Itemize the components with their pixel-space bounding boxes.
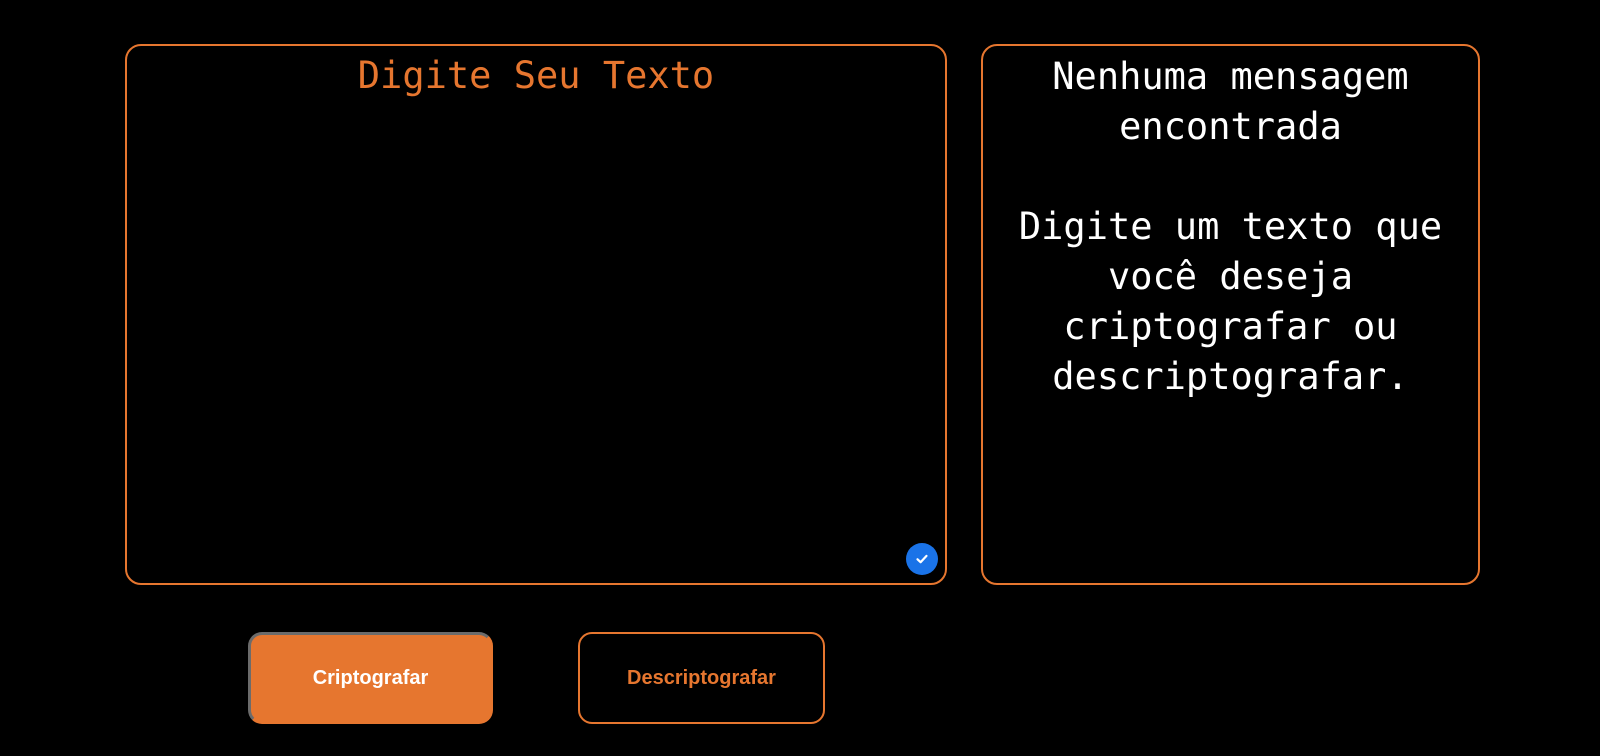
output-panel: Nenhuma mensagem encontrada Digite um te… — [981, 44, 1480, 585]
output-title: Nenhuma mensagem encontrada — [1052, 55, 1409, 148]
output-message: Digite um texto que você deseja criptogr… — [1018, 205, 1443, 398]
decrypt-button-label: Descriptografar — [627, 666, 776, 689]
check-icon — [916, 554, 928, 564]
decrypt-button[interactable]: Descriptografar — [578, 632, 825, 724]
grammar-check-badge[interactable] — [906, 543, 938, 575]
encrypt-button[interactable]: Criptografar — [248, 632, 493, 724]
input-panel — [125, 44, 947, 585]
encrypt-button-label: Criptografar — [312, 666, 429, 689]
page: Nenhuma mensagem encontrada Digite um te… — [0, 0, 1600, 756]
text-input[interactable] — [127, 46, 945, 583]
